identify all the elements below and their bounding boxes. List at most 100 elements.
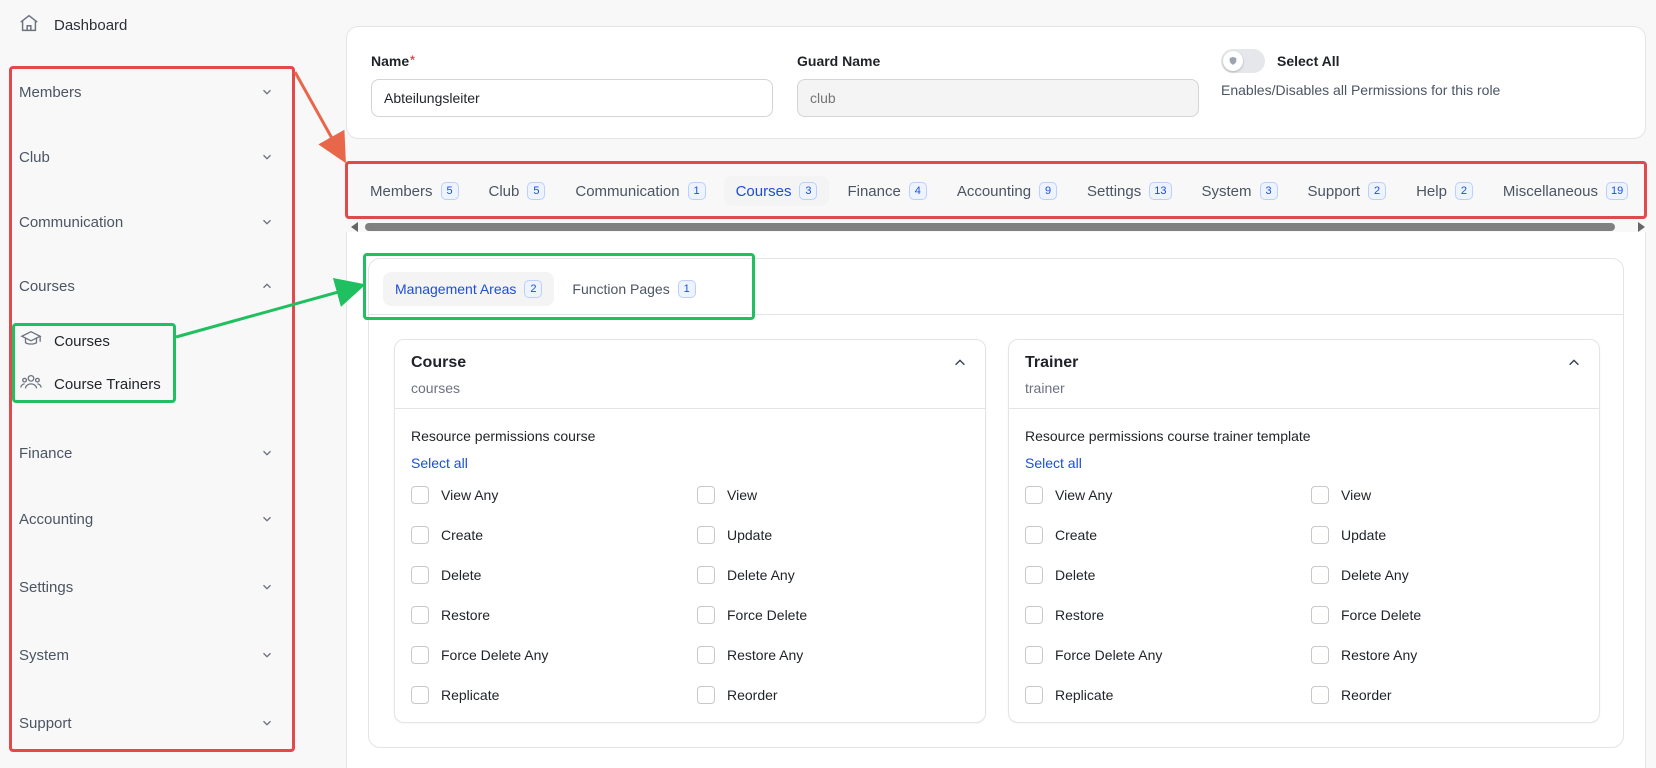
checkbox[interactable]: [411, 606, 429, 624]
sidebar-group-label: Club: [19, 148, 50, 166]
permission-create[interactable]: Create: [411, 526, 483, 544]
permission-view[interactable]: View: [697, 486, 757, 504]
permission-reorder[interactable]: Reorder: [1311, 686, 1392, 704]
checkbox[interactable]: [1311, 606, 1329, 624]
tab-label: Miscellaneous: [1502, 182, 1598, 200]
permission-view-any[interactable]: View Any: [411, 486, 498, 504]
permission-delete-any[interactable]: Delete Any: [697, 566, 795, 584]
select-all-link[interactable]: Select all: [411, 455, 468, 471]
permission-label: Restore: [1055, 607, 1105, 623]
sidebar-group-system[interactable]: System: [19, 643, 274, 667]
tab-accounting[interactable]: Accounting 9: [945, 176, 1069, 206]
sidebar-group-courses[interactable]: Courses: [19, 274, 274, 298]
checkbox[interactable]: [1025, 606, 1043, 624]
permission-replicate[interactable]: Replicate: [1025, 686, 1113, 704]
checkbox[interactable]: [1311, 486, 1329, 504]
permission-restore-any[interactable]: Restore Any: [697, 646, 803, 664]
permission-view[interactable]: View: [1311, 486, 1371, 504]
checkbox[interactable]: [1025, 486, 1043, 504]
permission-restore[interactable]: Restore: [1025, 606, 1104, 624]
sidebar-item-dashboard[interactable]: Dashboard: [18, 12, 127, 38]
checkbox[interactable]: [1311, 646, 1329, 664]
checkbox[interactable]: [697, 566, 715, 584]
tab-communication[interactable]: Communication 1: [563, 176, 717, 206]
permission-label: View: [1341, 487, 1372, 503]
permission-replicate[interactable]: Replicate: [411, 686, 499, 704]
checkbox[interactable]: [411, 646, 429, 664]
sidebar-group-settings[interactable]: Settings: [19, 575, 274, 599]
sidebar-group-club[interactable]: Club: [19, 145, 274, 169]
chevron-down-icon: [263, 516, 271, 522]
checkbox[interactable]: [1025, 686, 1043, 704]
checkbox[interactable]: [411, 686, 429, 704]
sidebar-group-members[interactable]: Members: [19, 80, 274, 104]
permission-label: Reorder: [1341, 687, 1392, 703]
permission-label: Delete: [441, 567, 482, 583]
count-badge: 2: [524, 280, 543, 298]
tab-finance[interactable]: Finance 4: [835, 176, 938, 206]
sidebar-group-accounting[interactable]: Accounting: [19, 507, 274, 531]
select-all-link[interactable]: Select all: [1025, 455, 1082, 471]
permission-force-delete-any[interactable]: Force Delete Any: [1025, 646, 1162, 664]
checkbox[interactable]: [1025, 566, 1043, 584]
permission-create[interactable]: Create: [1025, 526, 1097, 544]
scrollbar-thumb[interactable]: [365, 223, 1615, 231]
checkbox[interactable]: [1025, 526, 1043, 544]
permission-force-delete-any[interactable]: Force Delete Any: [411, 646, 548, 664]
resource-card-course: Course courses Resource permissions cour…: [394, 339, 986, 723]
tab-help[interactable]: Help 2: [1404, 176, 1485, 206]
sidebar-group-communication[interactable]: Communication: [19, 210, 274, 234]
tab-label: Communication: [575, 182, 680, 200]
tab-club[interactable]: Club 5: [477, 176, 558, 206]
chevron-up-icon[interactable]: [1567, 356, 1581, 370]
permission-restore-any[interactable]: Restore Any: [1311, 646, 1417, 664]
permission-view-any[interactable]: View Any: [1025, 486, 1112, 504]
chevron-up-icon: [263, 283, 271, 289]
scroll-right-arrow-icon[interactable]: [1638, 222, 1645, 232]
subtab-function-pages[interactable]: Function Pages 1: [560, 272, 707, 306]
checkbox[interactable]: [697, 606, 715, 624]
tab-miscellaneous[interactable]: Miscellaneous 19: [1491, 176, 1640, 206]
tabs-scrollbar[interactable]: [351, 222, 1645, 232]
tab-system[interactable]: System 3: [1190, 176, 1290, 206]
permission-force-delete[interactable]: Force Delete: [697, 606, 807, 624]
tab-support[interactable]: Support 2: [1296, 176, 1399, 206]
permission-label: Restore: [441, 607, 491, 623]
checkbox[interactable]: [411, 566, 429, 584]
select-all-toggle[interactable]: [1221, 49, 1265, 73]
chevron-down-icon: [263, 154, 271, 160]
checkbox[interactable]: [1311, 526, 1329, 544]
permission-delete[interactable]: Delete: [411, 566, 481, 584]
checkbox[interactable]: [1311, 566, 1329, 584]
permission-update[interactable]: Update: [697, 526, 772, 544]
checkbox[interactable]: [697, 486, 715, 504]
checkbox[interactable]: [1311, 686, 1329, 704]
checkbox[interactable]: [411, 526, 429, 544]
permission-restore[interactable]: Restore: [411, 606, 490, 624]
sidebar-item-label: Course Trainers: [54, 375, 161, 393]
permission-update[interactable]: Update: [1311, 526, 1386, 544]
tab-courses[interactable]: Courses 3: [723, 176, 830, 206]
chevron-up-icon[interactable]: [953, 356, 967, 370]
permission-delete[interactable]: Delete: [1025, 566, 1095, 584]
tab-settings[interactable]: Settings 13: [1075, 176, 1183, 206]
checkbox[interactable]: [411, 486, 429, 504]
permission-force-delete[interactable]: Force Delete: [1311, 606, 1421, 624]
scroll-left-arrow-icon[interactable]: [351, 222, 358, 232]
permission-delete-any[interactable]: Delete Any: [1311, 566, 1409, 584]
permission-label: Reorder: [727, 687, 778, 703]
sidebar-group-support[interactable]: Support: [19, 711, 274, 735]
name-input[interactable]: [371, 79, 773, 117]
checkbox[interactable]: [697, 686, 715, 704]
checkbox[interactable]: [1025, 646, 1043, 664]
permission-reorder[interactable]: Reorder: [697, 686, 778, 704]
subtab-management-areas[interactable]: Management Areas 2: [383, 272, 555, 306]
checkbox[interactable]: [697, 646, 715, 664]
sidebar-group-finance[interactable]: Finance: [19, 441, 274, 465]
sidebar-item-course-trainers[interactable]: Course Trainers: [20, 371, 161, 397]
sidebar-item-courses[interactable]: Courses: [20, 328, 110, 354]
permission-label: View: [727, 487, 758, 503]
tab-label: Help: [1416, 182, 1447, 200]
checkbox[interactable]: [697, 526, 715, 544]
tab-members[interactable]: Members 5: [358, 176, 471, 206]
